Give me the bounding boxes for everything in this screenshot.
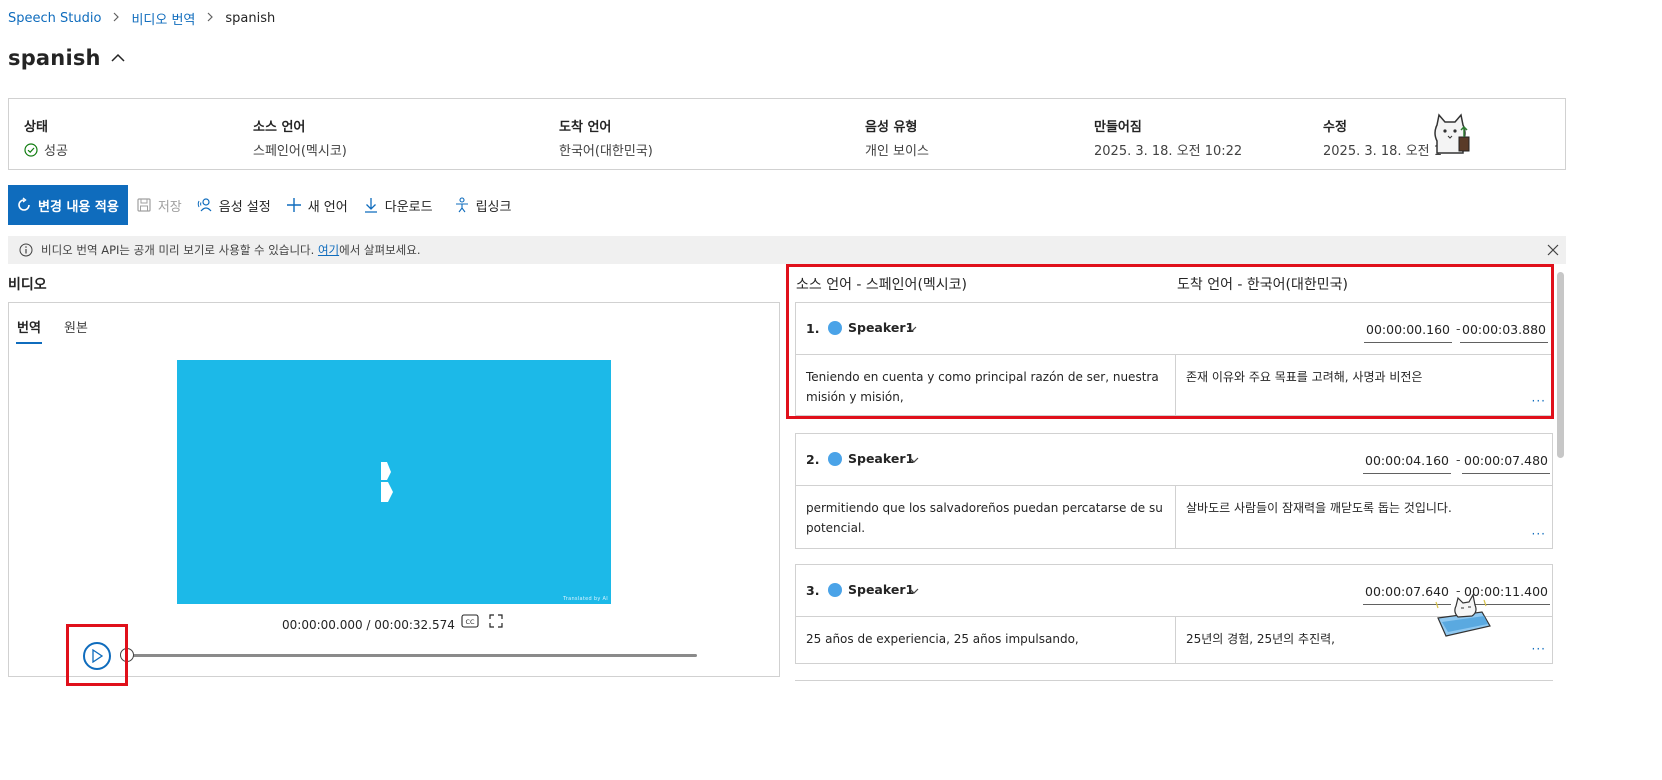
target-language-label: 도착 언어 — [559, 120, 612, 135]
chevron-right-icon — [206, 11, 214, 25]
plus-icon — [286, 198, 301, 212]
end-time-input[interactable]: 00:00:07.480 — [1462, 448, 1550, 474]
chevron-right-icon — [112, 11, 120, 25]
toolbar: 변경 내용 적용 저장 음성 설정 새 언어 다운로드 립싱크 — [8, 185, 511, 225]
segment-header: 2. Speaker1 00:00:04.160 - 00:00:07.480 — [796, 434, 1552, 486]
more-options-icon[interactable]: ··· — [1532, 524, 1546, 544]
voice-settings-icon — [197, 198, 212, 212]
time-separator: - — [1456, 452, 1461, 467]
modified-field: 수정 2025. 3. 18. 오전 1 — [1323, 116, 1442, 159]
new-language-button[interactable]: 새 언어 — [286, 185, 348, 225]
speaker-avatar — [828, 583, 842, 597]
modified-value: 2025. 3. 18. 오전 1 — [1323, 144, 1443, 159]
target-language-value: 한국어(대한민국) — [559, 144, 653, 159]
play-highlight-box — [66, 624, 128, 686]
title-row: spanish — [8, 46, 127, 70]
breadcrumb-current: spanish — [225, 10, 276, 26]
lipsync-icon — [455, 197, 468, 213]
save-icon — [137, 198, 151, 212]
page-title: spanish — [8, 46, 101, 70]
chevron-down-icon[interactable] — [908, 585, 920, 597]
segment-number: 2. — [806, 452, 820, 467]
download-icon — [364, 198, 377, 213]
refresh-icon — [18, 197, 30, 211]
modified-label: 수정 — [1323, 120, 1347, 135]
target-text[interactable]: 살바도르 사람들이 잠재력을 깨닫도록 돕는 것입니다. ··· — [1176, 486, 1552, 548]
target-text[interactable]: 25년의 경험, 25년의 추진력, ··· — [1176, 617, 1552, 663]
breadcrumb-speech-studio[interactable]: Speech Studio — [8, 11, 101, 26]
chevron-up-icon[interactable] — [109, 49, 127, 67]
status-field: 상태 성공 — [24, 116, 68, 159]
source-language-field: 소스 언어 스페인어(멕시코) — [253, 116, 347, 159]
chevron-down-icon[interactable] — [908, 454, 920, 466]
check-circle-icon — [24, 142, 38, 157]
download-label: 다운로드 — [384, 199, 433, 215]
segment-number: 3. — [806, 583, 820, 598]
voice-type-value: 개인 보이스 — [865, 144, 929, 159]
voice-type-field: 음성 유형 개인 보이스 — [865, 116, 929, 159]
target-language-field: 도착 언어 한국어(대한민국) — [559, 116, 653, 159]
seek-bar[interactable] — [127, 654, 697, 657]
new-language-label: 새 언어 — [307, 199, 348, 215]
breadcrumb-video-translation[interactable]: 비디오 번역 — [131, 9, 195, 28]
close-icon[interactable] — [1546, 243, 1560, 257]
video-panel: 번역 원본 Translated by AI 00:00:00.000 / 00… — [8, 302, 780, 677]
video-player[interactable]: Translated by AI — [177, 360, 611, 604]
notice-text-end: 에서 살펴보세요. — [339, 243, 421, 257]
notice-link[interactable]: 여기 — [318, 242, 339, 258]
cc-icon[interactable]: CC — [461, 614, 479, 628]
voice-type-label: 음성 유형 — [865, 120, 918, 135]
preview-notice-bar: 비디오 번역 API는 공개 미리 보기로 사용할 수 있습니다. 여기 에서 … — [8, 236, 1566, 264]
cat-sticker-icon — [1434, 113, 1470, 154]
video-heading: 비디오 — [8, 277, 47, 293]
segment-highlight-box — [786, 264, 1554, 419]
save-button[interactable]: 저장 — [136, 185, 182, 225]
speaker-avatar — [828, 452, 842, 466]
more-options-icon[interactable]: ··· — [1532, 639, 1546, 659]
details-panel: 상태 성공 소스 언어 스페인어(멕시코) 도착 언어 한국어(대한민국) 음성… — [8, 98, 1566, 170]
target-text-value: 살바도르 사람들이 잠재력을 깨닫도록 돕는 것입니다. — [1186, 501, 1452, 515]
status-value: 성공 — [44, 144, 68, 159]
video-watermark: Translated by AI — [563, 596, 608, 602]
lipsync-button[interactable]: 립싱크 — [454, 185, 512, 225]
svg-text:CC: CC — [465, 618, 475, 626]
time-display: 00:00:00.000 / 00:00:32.574 — [282, 618, 455, 632]
created-label: 만들어짐 — [1094, 120, 1142, 135]
source-language-label: 소스 언어 — [253, 120, 306, 135]
notice-text: 비디오 번역 API는 공개 미리 보기로 사용할 수 있습니다. — [41, 243, 318, 257]
speaker-name[interactable]: Speaker1 — [848, 582, 914, 597]
created-field: 만들어짐 2025. 3. 18. 오전 10:22 — [1094, 116, 1242, 159]
speaker-name[interactable]: Speaker1 — [848, 451, 914, 466]
tab-original[interactable]: 원본 — [64, 317, 88, 336]
apply-changes-button[interactable]: 변경 내용 적용 — [8, 185, 128, 225]
voice-settings-button[interactable]: 음성 설정 — [197, 185, 271, 225]
breadcrumb: Speech Studio 비디오 번역 spanish — [8, 9, 276, 28]
created-value: 2025. 3. 18. 오전 10:22 — [1094, 144, 1243, 159]
info-icon — [19, 243, 33, 257]
download-button[interactable]: 다운로드 — [363, 185, 433, 225]
voice-settings-label: 음성 설정 — [218, 199, 271, 215]
segments-scrollbar[interactable] — [1555, 264, 1566, 684]
sleeping-cat-sticker-icon — [1435, 593, 1491, 637]
video-logo-icon — [381, 462, 393, 502]
status-label: 상태 — [24, 120, 48, 135]
source-text[interactable]: permitiendo que los salvadoreños puedan … — [796, 486, 1176, 548]
segment-card: 2. Speaker1 00:00:04.160 - 00:00:07.480 … — [795, 433, 1553, 549]
fullscreen-icon[interactable] — [489, 614, 503, 628]
segment-card-edge — [795, 680, 1553, 684]
active-tab-indicator — [16, 342, 42, 344]
scroll-thumb[interactable] — [1557, 272, 1564, 458]
lipsync-label: 립싱크 — [475, 199, 512, 215]
save-label: 저장 — [157, 199, 182, 215]
start-time-input[interactable]: 00:00:04.160 — [1363, 448, 1451, 474]
target-text-value: 25년의 경험, 25년의 추진력, — [1186, 632, 1335, 646]
apply-changes-label: 변경 내용 적용 — [38, 199, 119, 215]
tab-translation[interactable]: 번역 — [17, 317, 41, 336]
source-language-value: 스페인어(멕시코) — [253, 144, 347, 159]
source-text[interactable]: 25 años de experiencia, 25 años impulsan… — [796, 617, 1176, 663]
